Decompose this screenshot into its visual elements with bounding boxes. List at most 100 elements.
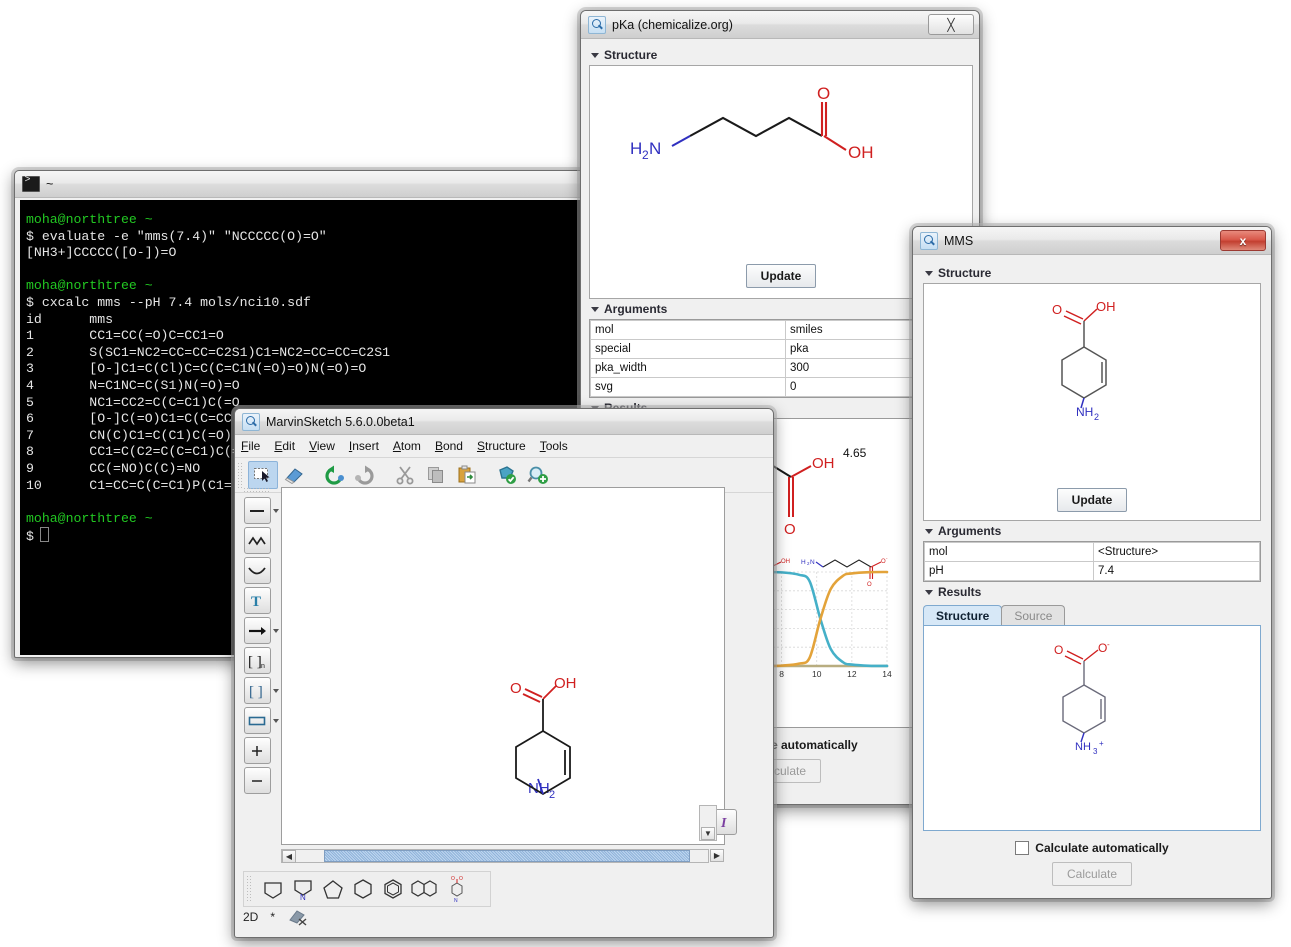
table-row[interactable]: mol <Structure> — [925, 543, 1260, 562]
mms-input-structure: O OH NH 2 — [924, 284, 1260, 472]
custom-template-icon[interactable]: OON — [444, 875, 470, 903]
menu-view-rest: iew — [317, 439, 335, 453]
clean-structure-icon[interactable] — [492, 461, 522, 489]
copy-icon[interactable] — [421, 461, 451, 489]
marvin-icon — [242, 413, 260, 431]
mms-results-header[interactable]: Results — [923, 582, 1261, 602]
mms-close-button[interactable]: x — [1220, 230, 1266, 251]
svg-text:NH: NH — [1075, 741, 1091, 753]
text-tool-icon[interactable]: T — [244, 587, 271, 614]
table-row[interactable]: pH 7.4 — [925, 562, 1260, 581]
scroll-left-arrow[interactable]: ◀ — [282, 850, 296, 863]
pka-titlebar[interactable]: pKa (chemicalize.org) ╳ — [581, 11, 979, 39]
x-tick-label: 8 — [779, 669, 784, 679]
status-mode[interactable]: 2D — [243, 910, 258, 924]
menu-file-rest: ile — [248, 439, 260, 453]
menu-view[interactable]: View — [309, 439, 335, 453]
svg-text:-: - — [886, 556, 888, 561]
marvin-vertical-scrollbar[interactable]: ▼ — [699, 805, 717, 841]
paste-icon[interactable] — [452, 461, 482, 489]
menu-file[interactable]: File — [241, 439, 260, 453]
mms-auto-calc-row[interactable]: Calculate automatically — [923, 841, 1261, 855]
svg-text:[ ]: [ ] — [248, 654, 262, 669]
undo-icon[interactable] — [319, 461, 349, 489]
mms-update-button[interactable]: Update — [1057, 488, 1128, 512]
tab-structure[interactable]: Structure — [923, 605, 1002, 625]
marvin-template-toolbar[interactable]: N OON — [243, 871, 491, 907]
chevron-down-icon[interactable] — [273, 509, 279, 513]
mms-titlebar[interactable]: MMS x — [913, 227, 1271, 255]
scroll-down-arrow[interactable]: ▼ — [701, 827, 715, 840]
rectangle-select-icon[interactable] — [248, 461, 278, 489]
arg-value[interactable]: 7.4 — [1094, 562, 1260, 581]
mms-window[interactable]: MMS x Structure O OH NH 2 Update — [912, 226, 1272, 899]
pyrrole-icon[interactable]: N — [290, 875, 316, 903]
marvin-left-toolbar[interactable]: T [ ]n [ ] — [239, 487, 275, 794]
svg-text:2: 2 — [1094, 412, 1099, 422]
toolbar-grip[interactable] — [237, 462, 244, 488]
status-star: * — [270, 910, 275, 924]
menu-bond[interactable]: Bond — [435, 439, 463, 453]
svg-text:OH: OH — [812, 455, 835, 472]
terminal-line: 2 S(SC1=NC2=CC=CC=C2S1)C1=NC2=CC=CC=C2S1 — [26, 345, 589, 362]
menu-atom[interactable]: Atom — [393, 439, 421, 453]
chevron-down-icon[interactable] — [273, 719, 279, 723]
naphthalene-icon[interactable] — [410, 875, 440, 903]
marvin-canvas[interactable]: O OH NH 2 — [281, 487, 725, 845]
bracket-icon[interactable]: [ ] — [244, 677, 271, 704]
pka-update-button[interactable]: Update — [746, 264, 817, 288]
mms-results-panel[interactable]: O O - NH 3 + — [923, 625, 1261, 831]
menu-edit[interactable]: Edit — [274, 439, 295, 453]
benzene-icon[interactable] — [380, 875, 406, 903]
chevron-down-icon[interactable] — [273, 629, 279, 633]
x-tick-label: 14 — [882, 669, 892, 679]
mms-arguments-header[interactable]: Arguments — [923, 521, 1261, 541]
bracket-curve-icon[interactable] — [244, 557, 271, 584]
svg-text:[ ]: [ ] — [249, 684, 263, 699]
no-stereo-icon[interactable] — [287, 908, 309, 926]
mms-structure-panel[interactable]: O OH NH 2 Update — [923, 283, 1261, 521]
cut-icon[interactable] — [390, 461, 420, 489]
charge-minus-icon[interactable] — [244, 767, 271, 794]
tab-source[interactable]: Source — [1001, 605, 1065, 625]
pka-close-button[interactable]: ╳ — [928, 14, 974, 35]
template-toolbar-grip[interactable] — [246, 875, 253, 903]
scrollbar-thumb[interactable] — [324, 850, 690, 862]
atom-oxo: O — [510, 680, 522, 697]
cyclohexane-icon[interactable] — [350, 875, 376, 903]
terminal-line: moha@northtree ~ — [26, 212, 589, 229]
menu-tools[interactable]: Tools — [540, 439, 568, 453]
arrow-icon[interactable] — [244, 617, 271, 644]
pka-structure-header[interactable]: Structure — [589, 45, 973, 65]
mms-structure-header[interactable]: Structure — [923, 263, 1261, 283]
menu-bond-rest: ond — [443, 439, 463, 453]
chain-icon[interactable] — [244, 527, 271, 554]
cyclopentane-icon[interactable] — [260, 875, 286, 903]
single-bond-icon[interactable] — [244, 497, 271, 524]
repeating-unit-icon[interactable]: [ ]n — [244, 647, 271, 674]
mms-auto-calc-checkbox[interactable] — [1015, 841, 1029, 855]
terminal-titlebar[interactable]: ~ — [15, 171, 593, 198]
x-tick-label: 12 — [847, 669, 857, 679]
marvin-titlebar[interactable]: MarvinSketch 5.6.0.0beta1 — [235, 409, 773, 435]
mms-calculate-button[interactable]: Calculate — [1052, 862, 1132, 886]
cyclopentadiene-icon[interactable] — [320, 875, 346, 903]
marvin-horizontal-scrollbar[interactable]: ◀ — [281, 849, 709, 863]
marvinsketch-window[interactable]: MarvinSketch 5.6.0.0beta1 File Edit View… — [234, 408, 774, 938]
scroll-right-arrow[interactable]: ▶ — [710, 849, 724, 862]
menu-structure[interactable]: Structure — [477, 439, 526, 453]
rectangle-icon[interactable] — [244, 707, 271, 734]
charge-plus-icon[interactable] — [244, 737, 271, 764]
svg-text:N: N — [454, 898, 458, 902]
redo-icon[interactable] — [350, 461, 380, 489]
chevron-down-icon[interactable] — [273, 689, 279, 693]
eraser-icon[interactable] — [279, 461, 309, 489]
arg-key: pka_width — [591, 359, 786, 378]
mms-results-tabs[interactable]: Structure Source — [923, 604, 1261, 625]
arg-value[interactable]: <Structure> — [1094, 543, 1260, 562]
menu-insert[interactable]: Insert — [349, 439, 379, 453]
left-toolbar-grip[interactable] — [243, 487, 269, 494]
marvin-menubar[interactable]: File Edit View Insert Atom Bond Structur… — [235, 435, 773, 458]
mms-auto-calc-label: Calculate automatically — [1035, 841, 1168, 855]
zoom-in-icon[interactable] — [523, 461, 553, 489]
